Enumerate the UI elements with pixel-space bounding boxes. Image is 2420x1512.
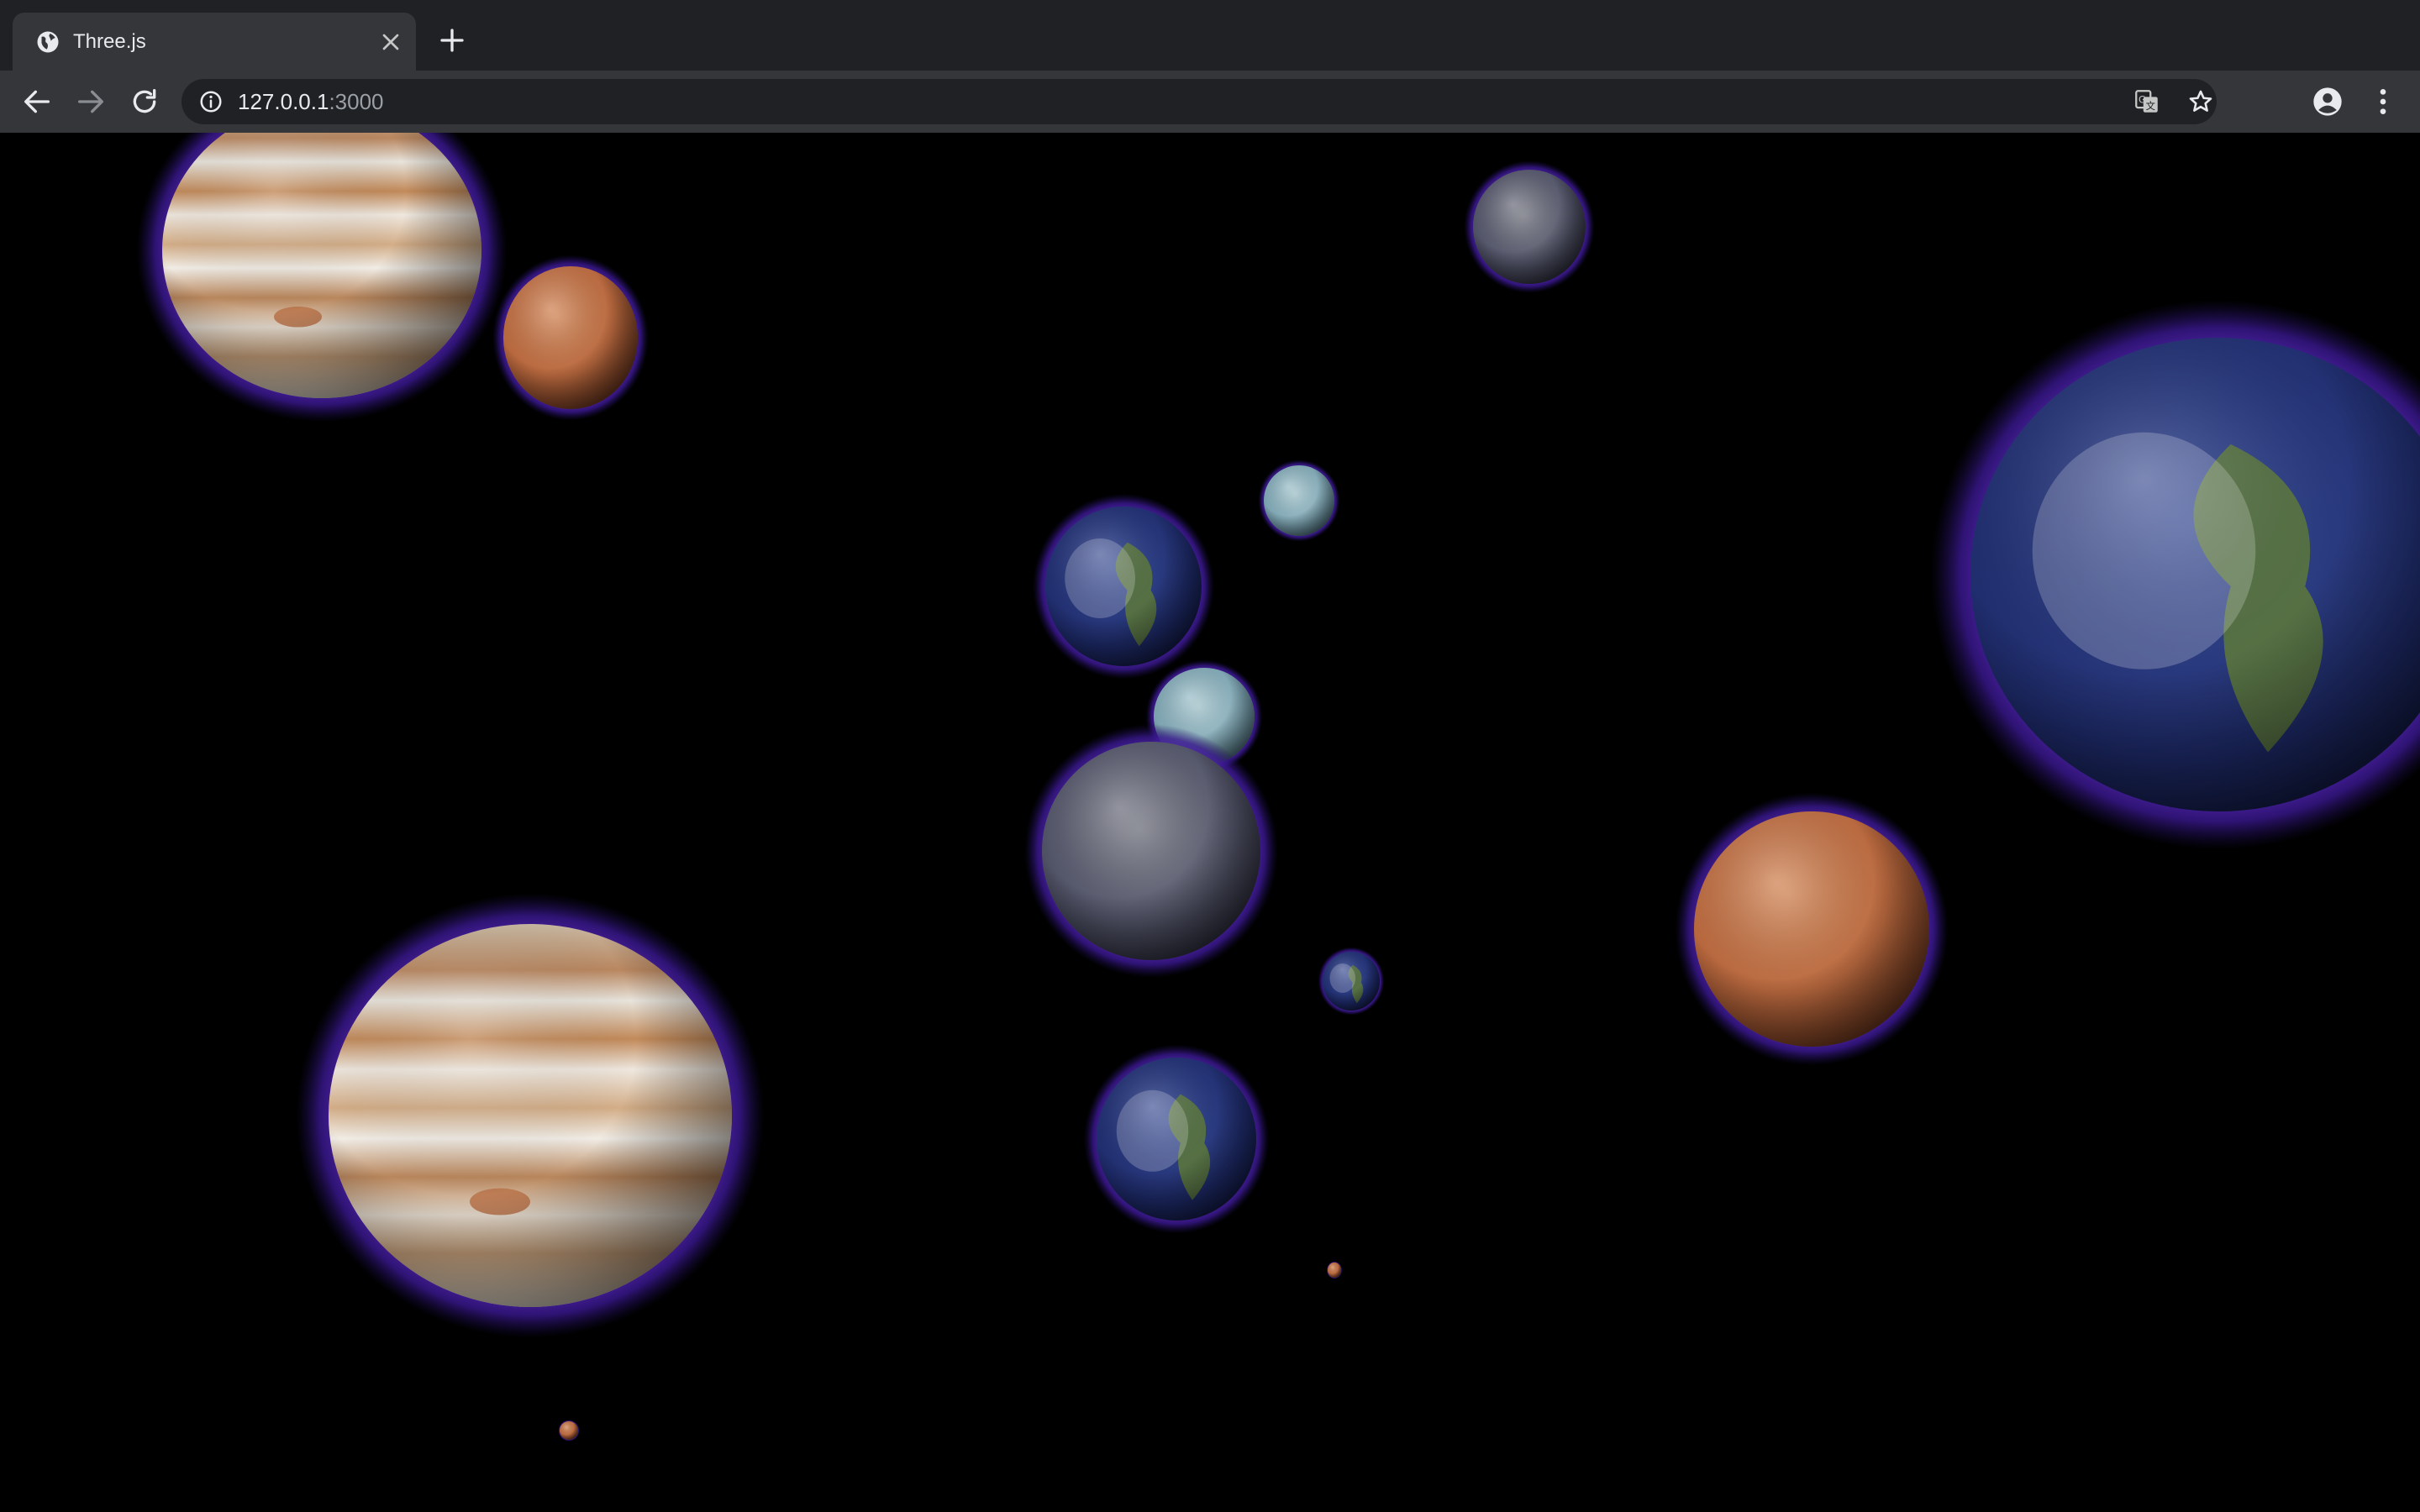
globe-icon xyxy=(37,31,59,53)
planet-earth xyxy=(1930,299,2420,850)
translate-icon[interactable]: 文 G xyxy=(2133,87,2161,116)
plus-icon[interactable] xyxy=(437,25,467,55)
browser-tab[interactable]: Three.js xyxy=(13,13,416,71)
url-port: :3000 xyxy=(329,89,384,114)
planet-mars xyxy=(1675,792,1949,1066)
svg-text:G: G xyxy=(2139,93,2146,105)
planet-mars xyxy=(558,1420,580,1441)
account-circle-icon[interactable] xyxy=(2311,85,2344,118)
planet-shading xyxy=(1328,1263,1341,1278)
planet-shading xyxy=(1323,952,1380,1011)
planet-shading xyxy=(1097,1058,1256,1221)
reload-icon[interactable] xyxy=(128,85,161,118)
planet-mercury xyxy=(1024,724,1278,978)
planet-earth xyxy=(1033,493,1214,680)
info-icon[interactable] xyxy=(198,89,224,114)
planet-mars xyxy=(492,255,649,421)
planet-jupiter xyxy=(136,133,508,423)
planet-mercury xyxy=(1464,160,1595,293)
close-icon[interactable] xyxy=(377,29,404,55)
tab-strip: Three.js xyxy=(0,0,2420,71)
address-bar[interactable]: 127.0.0.1:3000 文 G xyxy=(182,79,2217,124)
url-text[interactable]: 127.0.0.1:3000 xyxy=(238,88,384,115)
planet-earth xyxy=(1318,947,1385,1016)
planet-shading xyxy=(503,266,638,409)
planet-shading xyxy=(1694,811,1929,1047)
svg-text:文: 文 xyxy=(2146,100,2155,112)
planet-shading xyxy=(1042,742,1260,960)
planet-earth xyxy=(1083,1044,1270,1234)
planet-shading xyxy=(1045,507,1202,666)
planet-uranus xyxy=(1258,459,1340,542)
url-host: 127.0.0.1 xyxy=(238,89,329,114)
planet-jupiter xyxy=(296,893,765,1338)
arrow-right-icon[interactable] xyxy=(74,85,108,118)
navigation-toolbar: 127.0.0.1:3000 文 G xyxy=(0,71,2420,133)
planet-mars xyxy=(1326,1261,1343,1279)
arrow-left-icon[interactable] xyxy=(20,85,54,118)
star-icon[interactable] xyxy=(2186,87,2215,116)
planet-shading xyxy=(1473,170,1586,284)
tab-title: Three.js xyxy=(73,30,146,53)
planet-shading xyxy=(560,1421,578,1440)
webgl-canvas[interactable] xyxy=(0,133,2420,1512)
planet-scene[interactable] xyxy=(0,133,2420,1512)
planet-shading xyxy=(329,924,732,1307)
more-vertical-icon[interactable] xyxy=(2366,85,2400,118)
planet-shading xyxy=(1264,465,1334,536)
